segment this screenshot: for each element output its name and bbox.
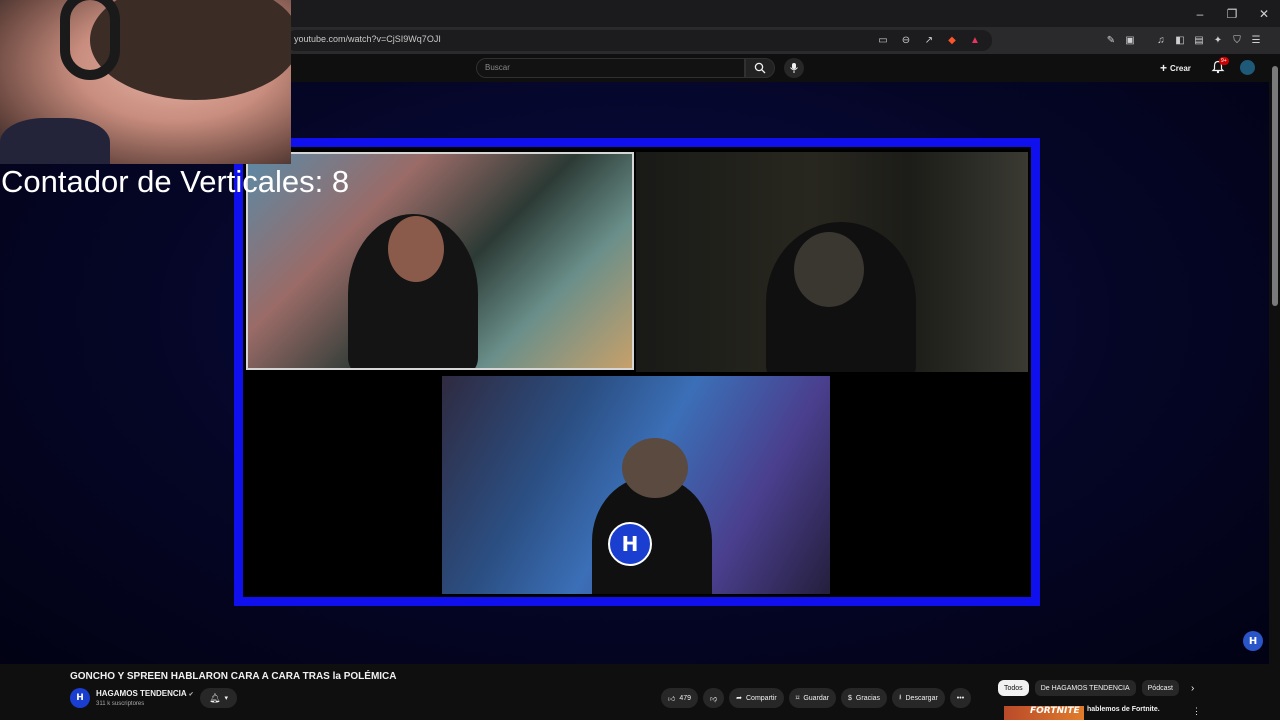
window-controls: – ❐ ✕ <box>1184 0 1280 27</box>
save-label: Guardar <box>803 694 830 702</box>
chevron-right-icon[interactable]: › <box>1191 683 1194 694</box>
screen: – ❐ ✕ youtube.com/watch?v=CjSI9Wq7OJI ▭ … <box>0 0 1280 720</box>
thanks-label: Gracias <box>855 694 881 702</box>
search-placeholder: Buscar <box>485 63 510 72</box>
like-count: 479 <box>679 694 692 702</box>
thumbs-down-icon: 👎︎ <box>710 695 718 703</box>
search-button[interactable] <box>745 58 775 78</box>
create-label: Crear <box>1170 63 1191 73</box>
channel-name-text: HAGAMOS TENDENCIA <box>96 689 187 698</box>
host-head <box>388 216 444 282</box>
chip-from-channel[interactable]: De HAGAMOS TENDENCIA <box>1034 680 1136 696</box>
subscription-bell-button[interactable]: 🔔︎ ▾ <box>200 688 237 708</box>
menu-icon[interactable]: ☰ <box>1249 33 1263 47</box>
video-title: GONCHO Y SPREEN HABLARON CARA A CARA TRA… <box>70 671 397 682</box>
share-label: Compartir <box>746 694 777 702</box>
scrollbar-thumb[interactable] <box>1272 66 1278 306</box>
like-button[interactable]: 👍︎ 479 <box>661 688 699 708</box>
download-icon: ⭳ <box>899 693 902 701</box>
download-label: Descargar <box>905 694 938 702</box>
video-cam-bottom: H <box>442 376 830 594</box>
channel-name[interactable]: HAGAMOS TENDENCIA ✔ <box>96 689 194 698</box>
channel-watermark-icon[interactable]: H <box>1243 631 1263 651</box>
sidebar-icon[interactable]: ◧ <box>1173 33 1187 47</box>
video-info: GONCHO Y SPREEN HABLARON CARA A CARA TRA… <box>0 664 1269 720</box>
chip-podcast[interactable]: Pódcast <box>1141 680 1179 696</box>
thanks-icon: $ <box>848 694 852 702</box>
minimize-icon[interactable]: – <box>1184 0 1216 27</box>
close-icon[interactable]: ✕ <box>1248 0 1280 27</box>
extension-icons: ✎ ▣ ♫ ◧ ▤ ✦ ⛉ ☰ <box>1104 33 1263 47</box>
leo-icon[interactable]: ✦ <box>1211 33 1225 47</box>
verticals-counter: Contador de Verticales: 8 <box>1 164 350 199</box>
more-vertical-icon[interactable]: ⋮ <box>1192 706 1201 717</box>
bell-icon: 🔔︎ <box>209 692 221 703</box>
more-horizontal-icon: ••• <box>956 694 965 702</box>
share-arrow-icon: ➦ <box>736 695 742 702</box>
vpn-icon[interactable]: ⛉ <box>1230 33 1244 47</box>
screenshot-icon[interactable]: ▣ <box>1123 33 1137 47</box>
zoom-icon[interactable]: ⊖ <box>899 33 913 47</box>
bookmark-icon: ⌑ <box>795 695 800 702</box>
headphones <box>60 0 120 80</box>
url-icons: ▭ ⊖ ↗ ◆ ▲ <box>876 33 982 47</box>
chip-all[interactable]: Todos <box>998 680 1029 696</box>
account-avatar[interactable] <box>1240 60 1255 75</box>
share-icon[interactable]: ↗ <box>922 33 936 47</box>
microphone-icon <box>790 63 798 73</box>
download-button[interactable]: ⭳ Descargar <box>892 688 945 708</box>
music-icon[interactable]: ♫ <box>1154 33 1168 47</box>
video-cam-top-right <box>636 152 1028 372</box>
subscriber-count: 311 k suscriptores <box>96 701 145 707</box>
streamer-shirt <box>0 118 110 164</box>
url-field[interactable]: youtube.com/watch?v=CjSI9Wq7OJI ▭ ⊖ ↗ ◆ … <box>286 30 992 51</box>
video-frame: H <box>234 138 1040 606</box>
channel-logo-overlay: H <box>608 522 652 566</box>
extensions-icon[interactable]: ✎ <box>1104 33 1118 47</box>
notification-badge: 9+ <box>1219 57 1229 65</box>
cast-icon[interactable]: ▭ <box>876 33 890 47</box>
streamer-hair <box>90 0 291 100</box>
voice-search-button[interactable] <box>784 58 804 78</box>
plus-icon: + <box>1160 61 1168 75</box>
recommendation-chips: Todos De HAGAMOS TENDENCIA Pódcast › <box>998 680 1194 696</box>
recommendation-thumbnail-text: FORTNITE <box>1030 706 1080 716</box>
share-button[interactable]: ➦ Compartir <box>729 688 784 708</box>
thumbs-up-icon: 👍︎ <box>668 695 676 703</box>
thanks-button[interactable]: $ Gracias <box>841 688 888 708</box>
brave-rewards-icon[interactable]: ▲ <box>968 33 982 47</box>
restore-icon[interactable]: ❐ <box>1216 0 1248 27</box>
more-actions-button[interactable]: ••• <box>949 688 972 708</box>
search-input[interactable]: Buscar <box>476 58 745 78</box>
channel-avatar[interactable]: H <box>70 688 90 708</box>
url-text: youtube.com/watch?v=CjSI9Wq7OJI <box>294 34 441 44</box>
create-button[interactable]: + Crear <box>1160 60 1191 76</box>
recommendation-title[interactable]: hablemos de Fortnite. <box>1087 706 1160 713</box>
guest-head <box>794 232 864 307</box>
dislike-button[interactable]: 👎︎ <box>703 688 725 708</box>
wallet-icon[interactable]: ▤ <box>1192 33 1206 47</box>
guest-head-2 <box>622 438 688 498</box>
recommendation-thumbnail[interactable]: FORTNITE <box>1004 706 1084 720</box>
search-icon <box>754 62 766 74</box>
streamer-webcam-overlay <box>0 0 291 164</box>
brave-shield-icon[interactable]: ◆ <box>945 33 959 47</box>
page-scrollbar[interactable] <box>1269 54 1280 720</box>
action-bar: 👍︎ 479 👎︎ ➦ Compartir ⌑ Guardar $ Gracia… <box>661 688 972 708</box>
verified-icon: ✔ <box>188 692 194 698</box>
save-button[interactable]: ⌑ Guardar <box>788 688 837 708</box>
chevron-down-icon: ▾ <box>224 695 228 702</box>
notifications-button[interactable]: 9+ <box>1211 57 1229 76</box>
